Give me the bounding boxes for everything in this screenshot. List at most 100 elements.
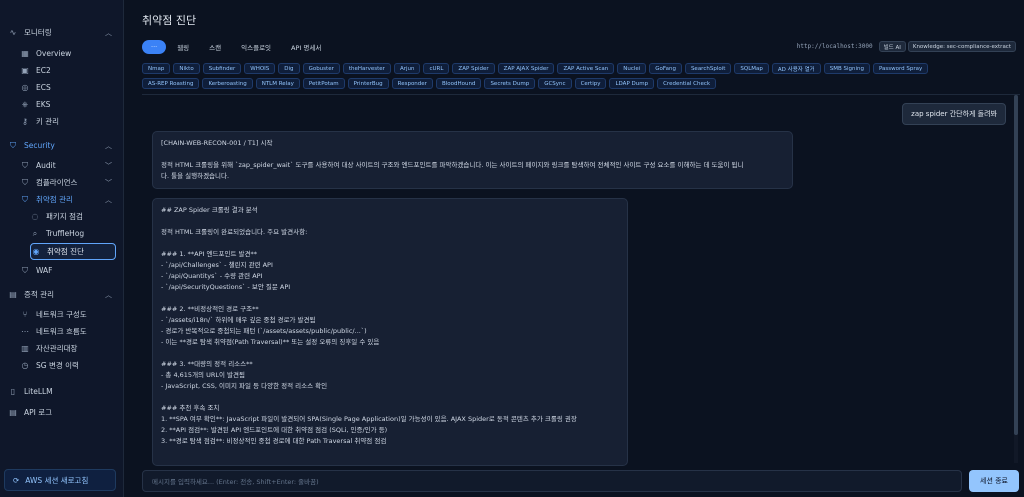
shield-icon: ⛉ [22,265,28,275]
message-line: 다. 툴을 실행하겠습니다. [161,172,230,180]
nav-waf[interactable]: ⛉ WAF [20,263,118,278]
page-title: 취약점 진단 [142,14,197,27]
nav-label: API 로그 [24,408,53,417]
nav-label: 패키지 점검 [46,212,83,221]
message-line: - `/assets/i18n/` 하위에 매우 깊은 중첩 경로가 발견됨 [161,316,316,324]
nav-vuln-mgmt[interactable]: ⛉ 취약점 관리 ︿ [20,192,118,207]
tab-scan[interactable]: 스캔 [200,40,230,54]
tool-chip[interactable]: SQLMap [734,63,769,74]
message-line: 정적 HTML 크롤링이 완료되었습니다. 주요 발견사항: [161,228,308,236]
tool-chip[interactable]: SearchSploit [684,63,732,74]
tool-row: Nmap Nikto Subfinder WHOIS Dig Gobuster theHar… [142,63,1002,75]
nav-keys[interactable]: ⚷ 키 관리 [20,114,118,129]
nav-monitoring[interactable]: ∿ 모니터링 ︿ [8,25,118,40]
message-line: 2. **API 점검**: 발견된 API 엔드포인트에 대한 취약점 점검 … [161,426,388,434]
tool-chip[interactable]: NTLM Relay [255,78,300,89]
end-session-button[interactable]: 세션 종료 [969,470,1019,492]
file-icon: ▤ [9,290,17,299]
nav-label: 취약점 진단 [47,247,84,256]
tool-chip[interactable]: ZAP Active Scan [557,63,615,74]
nav-ecs[interactable]: ◎ ECS [20,80,118,95]
nav-label: EKS [36,100,51,109]
tool-chip[interactable]: Arjun [393,63,421,74]
tool-chip[interactable]: Dig [278,63,300,74]
nav-overview[interactable]: ▦ Overview [20,46,118,61]
message-line: - `/api/SecurityQuestions` - 보안 질문 API [161,283,291,291]
nav-label: 취약점 관리 [36,195,73,204]
tool-chip[interactable]: Kerberoasting [202,78,253,89]
scrollbar-thumb[interactable] [1014,95,1018,435]
tool-chip[interactable]: Subfinder [202,63,242,74]
tool-chip[interactable]: WHOIS [244,63,276,74]
tool-chip[interactable]: ZAP AJAX Spider [497,63,555,74]
nav-label: Audit [36,161,56,170]
message-line: ### 3. **대량의 정적 리소스** [161,360,253,368]
tool-chip[interactable]: Gobuster [302,63,340,74]
nav-litellm[interactable]: ▯ LiteLLM [8,384,118,399]
tool-chip[interactable]: ZAP Spider [452,63,495,74]
nav-trufflehog[interactable]: ⌕ TruffleHog [30,226,116,241]
message-input[interactable]: 메시지를 입력하세요... (Enter: 전송, Shift+Enter: 줄… [142,470,962,492]
key-icon: ⚷ [22,117,28,126]
message-line: ## ZAP Spider 크롤링 결과 분석 [161,206,258,214]
tool-chip[interactable]: theHarvester [342,63,391,74]
nav-asset-ledger[interactable]: ▥ 자산관리대장 [20,341,118,356]
tool-chip[interactable]: Responder [391,78,433,89]
tool-chip[interactable]: AD 사용자 열거 [771,63,821,74]
nav-network-flow[interactable]: ⋯ 네트워크 흐름도 [20,324,118,339]
tool-chip[interactable]: LDAP Dump [609,78,655,89]
tool-chip[interactable]: GCSync [538,78,572,89]
dots-icon: ⋯ [21,327,29,336]
tool-chip[interactable]: Password Spray [872,63,929,74]
aws-refresh-button[interactable]: ⟳ AWS 세션 새로고침 [4,469,116,491]
message-line [161,348,619,359]
tab-web[interactable]: 웹링 [168,40,198,54]
tool-chip[interactable]: AS-REP Roasting [142,78,200,89]
nav-asset-mgmt[interactable]: ▤ 증적 관리 ︿ [8,287,118,302]
history-icon: ◷ [21,361,29,370]
chevron-up-icon: ︿ [105,291,112,299]
nav-label: 컴플라이언스 [36,178,78,187]
build-badge[interactable]: 빌드 AI [878,41,906,52]
message-line: 정적 HTML 크롤링을 위해 `zap_spider_wait` 도구를 사용… [161,161,744,169]
nav-label: TruffleHog [46,229,85,238]
tool-chip[interactable]: Nikto [173,63,200,74]
user-message: zap spider 간단하게 돌려봐 [902,103,1006,125]
message-line [161,293,619,304]
tool-chip[interactable]: GoFang [649,63,682,74]
nav-vuln-diag[interactable]: ◉ 취약점 진단 [30,243,116,260]
tool-chip[interactable]: BloodHound [435,78,482,89]
tool-chip[interactable]: Secrets Dump [484,78,536,89]
nav-eks[interactable]: ⎈ EKS [20,97,118,112]
nav-compliance[interactable]: ⛉ 컴플라이언스 ﹀ [20,175,118,190]
tool-chip[interactable]: SMB Signing [823,63,870,74]
nav-network-config[interactable]: ⑂ 네트워크 구성도 [20,307,118,322]
nav-ec2[interactable]: ▣ EC2 [20,63,118,78]
nav-sg-history[interactable]: ◷ SG 변경 이력 [20,358,118,373]
chat-scrollbar[interactable] [1014,95,1018,463]
nav-label: Overview [36,49,72,58]
nav-api-log[interactable]: ▤ API 로그 [8,405,118,420]
tool-chip[interactable]: Credential Check [657,78,717,89]
tab-api-spec[interactable]: API 명세서 [282,40,330,54]
tab-all[interactable]: ··· [142,40,167,54]
tool-chip[interactable]: PrinterBug [347,78,389,89]
document-icon: ▯ [10,387,16,396]
message-line: 1. **SPA 여부 확인**: JavaScript 파일이 발견되어 SP… [161,415,577,423]
tool-chip[interactable]: Certipy [574,78,607,89]
target-info: http://localhost:3000 빌드 AI Knowledge: s… [797,41,1016,52]
nav-package-check[interactable]: ◌ 패키지 점검 [30,209,116,224]
tool-chip[interactable]: Nmap [142,63,171,74]
tool-chip[interactable]: PetitPotam [302,78,345,89]
nav-audit[interactable]: ⛉ Audit ﹀ [20,158,118,173]
nav-label: 모니터링 [24,28,52,37]
knowledge-badge[interactable]: Knowledge: sec-compliance-extract [907,41,1016,52]
nav-label: SG 변경 이력 [36,361,79,370]
tab-exploit[interactable]: 익스플로잇 [232,40,280,54]
nav-security[interactable]: ⛉ Security ︿ [8,138,118,153]
target-url: http://localhost:3000 [796,43,873,50]
nav-label: LiteLLM [24,387,53,396]
tool-chip[interactable]: cURL [423,63,450,74]
message-line: ### 2. **비정상적인 경로 구조** [161,305,259,313]
tool-chip[interactable]: Nuclei [617,63,647,74]
